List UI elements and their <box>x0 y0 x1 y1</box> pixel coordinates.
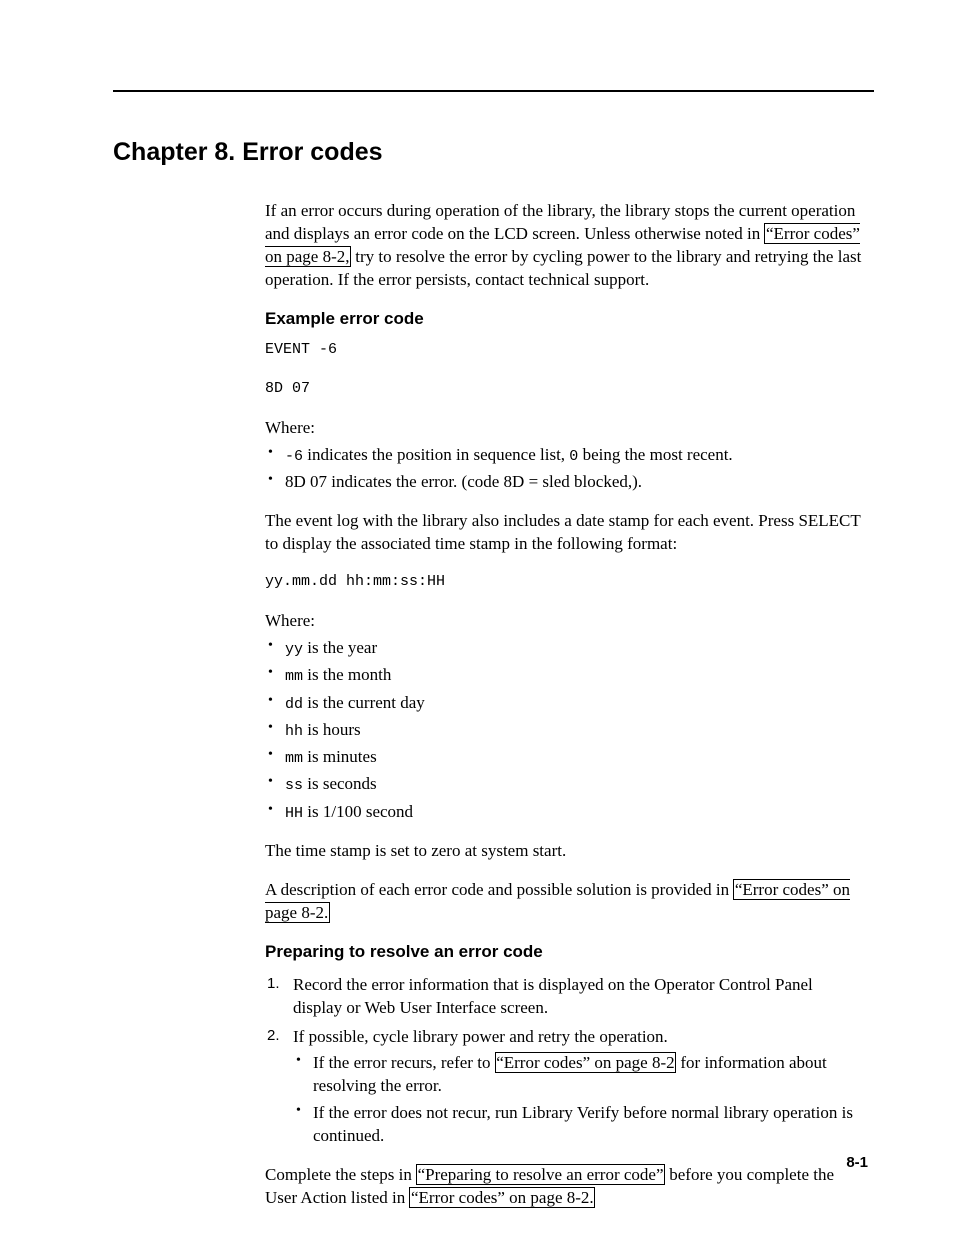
where-list-1: -6 indicates the position in sequence li… <box>265 444 865 494</box>
list-text: is hours <box>303 720 361 739</box>
description-paragraph: A description of each error code and pos… <box>265 879 865 925</box>
code-inline: HH <box>285 805 303 822</box>
section-example-title: Example error code <box>265 308 865 331</box>
closing-paragraph: Complete the steps in “Preparing to reso… <box>265 1164 865 1210</box>
intro-paragraph: If an error occurs during operation of t… <box>265 200 865 292</box>
where-list-2: yy is the year mm is the month dd is the… <box>265 637 865 824</box>
code-inline: 0 <box>569 448 578 465</box>
link-error-codes-8-2[interactable]: “Error codes” on page 8-2. <box>409 1187 595 1208</box>
code-inline: ss <box>285 777 303 794</box>
section-preparing-title: Preparing to resolve an error code <box>265 941 865 964</box>
list-item: HH is 1/100 second <box>265 801 865 824</box>
list-item: hh is hours <box>265 719 865 742</box>
sub-text-1: If the error recurs, refer to <box>313 1053 495 1072</box>
preparing-steps: Record the error information that is dis… <box>265 974 865 1149</box>
intro-text-2: try to resolve the error by cycling powe… <box>265 247 861 289</box>
code-timestamp-format: yy.mm.dd hh:mm:ss:HH <box>265 572 865 592</box>
code-inline: mm <box>285 668 303 685</box>
list-item: ss is seconds <box>265 773 865 796</box>
page-number: 8-1 <box>846 1153 868 1173</box>
list-item: If possible, cycle library power and ret… <box>265 1026 865 1149</box>
link-error-codes-8-2[interactable]: “Error codes” on page 8-2 <box>495 1052 676 1073</box>
list-item: mm is the month <box>265 664 865 687</box>
where-label-1: Where: <box>265 417 865 440</box>
list-item: yy is the year <box>265 637 865 660</box>
step-text: Record the error information that is dis… <box>293 975 813 1017</box>
list-text: is 1/100 second <box>303 802 413 821</box>
list-item: dd is the current day <box>265 692 865 715</box>
sub-text: If the error does not recur, run Library… <box>313 1103 853 1145</box>
list-item: -6 indicates the position in sequence li… <box>265 444 865 467</box>
closing-text-1: Complete the steps in <box>265 1165 416 1184</box>
content-area: If an error occurs during operation of t… <box>265 200 865 1210</box>
list-text: is the current day <box>303 693 425 712</box>
code-inline: hh <box>285 723 303 740</box>
code-inline: yy <box>285 641 303 658</box>
list-item: mm is minutes <box>265 746 865 769</box>
step-text: If possible, cycle library power and ret… <box>293 1027 668 1046</box>
list-text: indicates the position in sequence list, <box>303 445 569 464</box>
code-inline: dd <box>285 696 303 713</box>
code-8d07: 8D 07 <box>265 379 865 399</box>
event-log-paragraph: The event log with the library also incl… <box>265 510 865 556</box>
timestamp-zero-paragraph: The time stamp is set to zero at system … <box>265 840 865 863</box>
desc-text-1: A description of each error code and pos… <box>265 880 733 899</box>
list-text: is seconds <box>303 774 377 793</box>
list-item: If the error recurs, refer to “Error cod… <box>293 1052 865 1098</box>
list-item: Record the error information that is dis… <box>265 974 865 1020</box>
list-text: is the month <box>303 665 391 684</box>
list-item: If the error does not recur, run Library… <box>293 1102 865 1148</box>
list-text: is minutes <box>303 747 377 766</box>
chapter-title: Chapter 8. Error codes <box>113 136 874 170</box>
list-text: is the year <box>303 638 377 657</box>
link-preparing-section[interactable]: “Preparing to resolve an error code” <box>416 1164 665 1185</box>
list-item: 8D 07 indicates the error. (code 8D = sl… <box>265 471 865 494</box>
where-label-2: Where: <box>265 610 865 633</box>
list-text: 8D 07 indicates the error. (code 8D = sl… <box>285 472 642 491</box>
code-inline: mm <box>285 750 303 767</box>
list-text: being the most recent. <box>578 445 732 464</box>
substeps: If the error recurs, refer to “Error cod… <box>293 1052 865 1148</box>
code-event: EVENT -6 <box>265 340 865 360</box>
code-inline: -6 <box>285 448 303 465</box>
top-rule <box>113 90 874 92</box>
